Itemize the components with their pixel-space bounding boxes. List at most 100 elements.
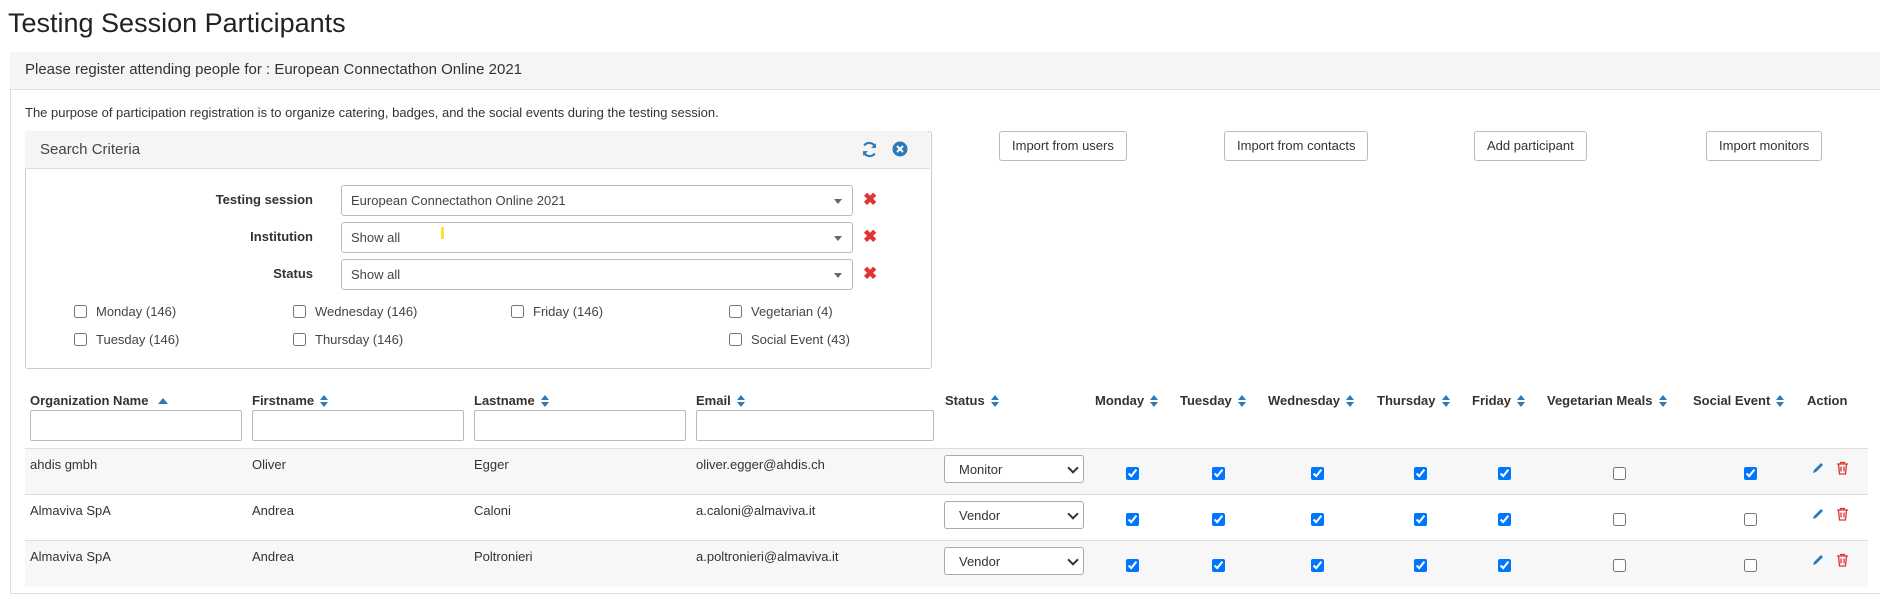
column-status[interactable]: Status (945, 393, 999, 408)
column-vegetarian-meals[interactable]: Vegetarian Meals (1547, 393, 1667, 408)
add-participant-button[interactable]: Add participant (1474, 131, 1587, 161)
friday-checkbox[interactable] (1498, 513, 1511, 526)
sort-icon (736, 394, 745, 407)
status-label: Status (273, 266, 313, 281)
organization-filter-input[interactable] (30, 410, 242, 441)
sort-icon (1237, 394, 1246, 407)
status-select[interactable]: Show all (341, 259, 853, 290)
panel-heading-text: Please register attending people for : E… (25, 61, 523, 78)
column-firstname[interactable]: Firstname (252, 393, 329, 408)
monday-checkbox[interactable] (1126, 513, 1139, 526)
vegetarian-checkbox[interactable] (1613, 513, 1626, 526)
wednesday-checkbox[interactable] (1311, 513, 1324, 526)
clear-search-icon[interactable] (892, 141, 908, 162)
vegetarian-checkbox[interactable] (1613, 467, 1626, 480)
column-thursday[interactable]: Thursday (1377, 393, 1450, 408)
column-friday[interactable]: Friday (1472, 393, 1526, 408)
org-cell: Almaviva SpA (30, 549, 111, 564)
thursday-checkbox[interactable] (1414, 513, 1427, 526)
testing-session-select[interactable]: European Connectathon Online 2021 (341, 185, 853, 216)
search-criteria-title: Search Criteria (40, 141, 141, 158)
column-social-event[interactable]: Social Event (1693, 393, 1785, 408)
sort-icon (1346, 394, 1355, 407)
clear-status-icon[interactable]: ✖ (863, 264, 877, 284)
status-dropdown[interactable]: Vendor (944, 547, 1084, 575)
monday-checkbox[interactable] (1126, 559, 1139, 572)
email-cell: a.poltronieri@almaviva.it (696, 549, 839, 564)
wednesday-checkbox[interactable] (1311, 467, 1324, 480)
status-dropdown[interactable]: Vendor (944, 501, 1084, 529)
delete-icon[interactable] (1836, 461, 1849, 480)
email-cell: a.caloni@almaviva.it (696, 503, 816, 518)
filter-tuesday[interactable]: Tuesday (146) (74, 332, 179, 347)
column-tuesday[interactable]: Tuesday (1180, 393, 1246, 408)
wednesday-checkbox[interactable] (1311, 559, 1324, 572)
filter-wednesday[interactable]: Wednesday (146) (293, 304, 417, 319)
status-dropdown[interactable]: Monitor (944, 455, 1084, 483)
sort-icon (320, 394, 329, 407)
social-event-checkbox[interactable] (1744, 513, 1757, 526)
lastname-cell: Egger (474, 457, 509, 472)
column-monday[interactable]: Monday (1095, 393, 1159, 408)
filter-vegetarian-checkbox[interactable] (729, 305, 742, 318)
filter-social-event[interactable]: Social Event (43) (729, 332, 850, 347)
panel-heading: Please register attending people for : E… (10, 52, 1880, 90)
filter-monday-checkbox[interactable] (74, 305, 87, 318)
text-cursor-marker (441, 227, 444, 239)
thursday-checkbox[interactable] (1414, 467, 1427, 480)
tuesday-checkbox[interactable] (1212, 559, 1225, 572)
friday-checkbox[interactable] (1498, 467, 1511, 480)
column-wednesday[interactable]: Wednesday (1268, 393, 1355, 408)
column-organization-name[interactable]: Organization Name (30, 393, 169, 408)
chevron-down-icon (1067, 462, 1079, 474)
delete-icon[interactable] (1836, 507, 1849, 526)
chevron-down-icon (834, 273, 842, 278)
import-from-contacts-button[interactable]: Import from contacts (1224, 131, 1369, 161)
sort-icon (1776, 394, 1785, 407)
vegetarian-checkbox[interactable] (1613, 559, 1626, 572)
org-cell: ahdis gmbh (30, 457, 98, 472)
institution-select[interactable]: Show all (341, 222, 853, 253)
status-value: Show all (351, 267, 401, 282)
institution-value: Show all (351, 230, 401, 245)
clear-institution-icon[interactable]: ✖ (863, 227, 877, 247)
testing-session-label: Testing session (215, 192, 313, 207)
page-title: Testing Session Participants (8, 8, 346, 38)
edit-icon[interactable] (1811, 553, 1825, 572)
refresh-icon[interactable] (861, 141, 878, 163)
filter-friday[interactable]: Friday (146) (511, 304, 603, 319)
filter-tuesday-checkbox[interactable] (74, 333, 87, 346)
friday-checkbox[interactable] (1498, 559, 1511, 572)
sort-icon (1517, 394, 1526, 407)
social-event-checkbox[interactable] (1744, 467, 1757, 480)
lastname-filter-input[interactable] (474, 410, 686, 441)
filter-thursday[interactable]: Thursday (146) (293, 332, 403, 347)
sort-ascending-icon (158, 397, 169, 404)
monday-checkbox[interactable] (1126, 467, 1139, 480)
chevron-down-icon (834, 199, 842, 204)
sort-icon (990, 394, 999, 407)
column-lastname[interactable]: Lastname (474, 393, 549, 408)
column-email[interactable]: Email (696, 393, 745, 408)
filter-vegetarian[interactable]: Vegetarian (4) (729, 304, 833, 319)
table-row: ahdis gmbh Oliver Egger oliver.egger@ahd… (25, 448, 1868, 495)
thursday-checkbox[interactable] (1414, 559, 1427, 572)
filter-thursday-checkbox[interactable] (293, 333, 306, 346)
import-monitors-button[interactable]: Import monitors (1706, 131, 1823, 161)
tuesday-checkbox[interactable] (1212, 467, 1225, 480)
filter-wednesday-checkbox[interactable] (293, 305, 306, 318)
social-event-checkbox[interactable] (1744, 559, 1757, 572)
tuesday-checkbox[interactable] (1212, 513, 1225, 526)
firstname-filter-input[interactable] (252, 410, 464, 441)
filter-social-event-checkbox[interactable] (729, 333, 742, 346)
delete-icon[interactable] (1836, 553, 1849, 572)
edit-icon[interactable] (1811, 507, 1825, 526)
filter-friday-checkbox[interactable] (511, 305, 524, 318)
clear-testing-session-icon[interactable]: ✖ (863, 190, 877, 210)
table-row: Almaviva SpA Andrea Poltronieri a.poltro… (25, 540, 1868, 587)
email-cell: oliver.egger@ahdis.ch (696, 457, 825, 472)
import-from-users-button[interactable]: Import from users (999, 131, 1127, 161)
email-filter-input[interactable] (696, 410, 934, 441)
edit-icon[interactable] (1811, 461, 1825, 480)
filter-monday[interactable]: Monday (146) (74, 304, 176, 319)
